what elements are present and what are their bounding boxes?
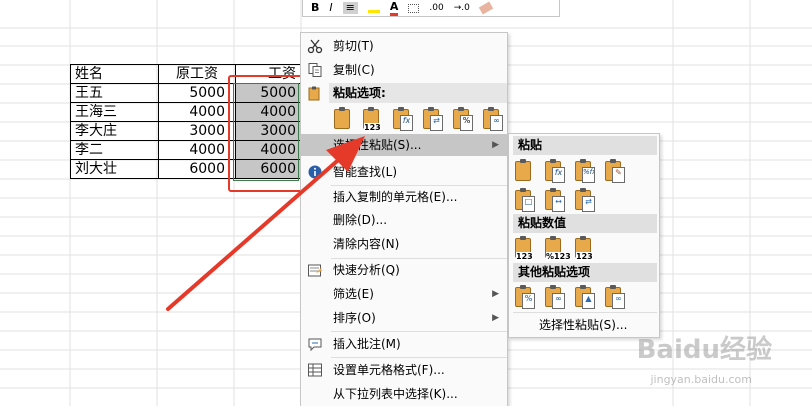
comment-icon	[308, 338, 322, 352]
scissors-icon	[307, 39, 323, 54]
submenu-no-borders-icon[interactable]: □	[513, 187, 537, 213]
menu-item-cut[interactable]: 剪切(T)	[301, 35, 507, 57]
menu-item-label: 排序(O)	[333, 311, 376, 325]
menu-item-quick-analysis[interactable]: 快速分析(Q)	[301, 259, 507, 281]
menu-item-paste-special[interactable]: 选择性粘贴(S)... ▶	[301, 134, 507, 156]
borders-icon[interactable]	[408, 3, 420, 13]
cell-original-salary[interactable]: 5000	[158, 83, 236, 103]
submenu-formatting-icon[interactable]: %	[513, 284, 537, 310]
menu-item-smart-lookup[interactable]: 智能查找(L)	[301, 161, 507, 183]
menu-item-label: 选择性粘贴(S)...	[333, 138, 422, 152]
fill-color-icon[interactable]	[367, 3, 380, 13]
menu-item-label: 删除(D)...	[333, 213, 388, 227]
submenu-transpose-icon[interactable]: ⇄	[573, 187, 597, 213]
cell-original-salary[interactable]: 4000	[158, 140, 236, 160]
bold-button[interactable]: B	[311, 2, 319, 14]
menu-item-copy[interactable]: 复制(C)	[301, 59, 507, 81]
paste-option-values-icon[interactable]: 123	[361, 106, 385, 132]
submenu-values-source-formatting-icon[interactable]: 123	[573, 235, 597, 261]
menu-item-clear-contents[interactable]: 清除内容(N)	[301, 233, 507, 255]
font-color-button[interactable]: A	[389, 0, 399, 16]
submenu-picture-icon[interactable]: ▲	[573, 284, 597, 310]
submenu-linked-picture-icon[interactable]: ∞	[603, 284, 627, 310]
info-icon	[308, 165, 322, 179]
menu-item-insert-copied-cells[interactable]: 插入复制的单元格(E)...	[301, 186, 507, 208]
menu-item-delete[interactable]: 删除(D)...	[301, 209, 507, 231]
format-painter-icon[interactable]	[478, 1, 494, 15]
submenu-paste-formulas-icon[interactable]: fx	[543, 158, 567, 184]
submenu-arrow-icon: ▶	[492, 289, 499, 299]
paste-options-header: 粘贴选项:	[329, 83, 507, 103]
submenu-keep-column-widths-icon[interactable]: ↔	[543, 187, 567, 213]
cell-name[interactable]: 王海三	[70, 102, 159, 122]
submenu-paste-header: 粘贴	[513, 136, 657, 155]
menu-item-format-cells[interactable]: 设置单元格格式(F)...	[301, 359, 507, 381]
paste-option-paste-icon[interactable]	[332, 106, 356, 132]
menu-item-label: 快速分析(Q)	[333, 263, 400, 277]
menu-item-filter[interactable]: 筛选(E) ▶	[301, 283, 507, 305]
menu-item-label: 插入复制的单元格(E)...	[333, 190, 458, 204]
menu-item-label: 智能查找(L)	[333, 165, 398, 179]
submenu-separator	[513, 312, 657, 313]
increase-decimal-button[interactable]: .00	[429, 2, 443, 14]
submenu-arrow-icon: ▶	[492, 313, 499, 323]
submenu-keep-source-formatting-icon[interactable]: ✎	[603, 158, 627, 184]
submenu-paste-link-icon[interactable]: ∞	[543, 284, 567, 310]
cell-original-salary[interactable]: 6000	[158, 159, 236, 179]
format-cells-icon	[308, 363, 322, 377]
paste-option-formulas-icon[interactable]: fx	[391, 106, 415, 132]
paste-special-submenu: 粘贴 fx %fx ✎ □ ↔ ⇄ 粘贴数值 123 %123 123 其他粘贴…	[508, 133, 660, 338]
menu-separator	[331, 331, 507, 332]
align-center-button[interactable]: ≡	[342, 2, 358, 14]
submenu-paste-icon[interactable]	[513, 158, 537, 184]
decrease-decimal-button[interactable]: →.0	[454, 2, 470, 14]
header-cell-original-salary[interactable]: 原工资	[158, 64, 236, 84]
submenu-paste-values-header: 粘贴数值	[513, 214, 657, 233]
cell-original-salary[interactable]: 3000	[158, 121, 236, 141]
menu-item-label: 清除内容(N)	[333, 237, 400, 251]
copy-icon	[308, 63, 322, 77]
menu-item-label: 剪切(T)	[333, 39, 374, 53]
submenu-values-icon[interactable]: 123	[513, 235, 537, 261]
quick-analysis-icon	[308, 264, 322, 277]
red-annotation-box	[228, 75, 306, 192]
paste-option-link-icon[interactable]: ∞	[481, 106, 505, 132]
menu-item-insert-comment[interactable]: 插入批注(M)	[301, 333, 507, 355]
cell-original-salary[interactable]: 4000	[158, 102, 236, 122]
menu-item-label: 从下拉列表中选择(K)...	[333, 387, 458, 401]
submenu-values-number-format-icon[interactable]: %123	[543, 235, 571, 261]
mini-toolbar: B I ≡ A .00 →.0	[302, 0, 560, 17]
context-menu: 剪切(T) 复制(C) 粘贴选项: 123 fx ⇄ % ∞ 选择性粘贴(S).…	[300, 32, 508, 406]
header-cell-name[interactable]: 姓名	[70, 64, 159, 84]
cell-name[interactable]: 王五	[70, 83, 159, 103]
watermark-url: jingyan.baidu.com	[650, 373, 752, 386]
paste-icon	[308, 86, 320, 101]
cell-name[interactable]: 刘大壮	[70, 159, 159, 179]
menu-item-label: 设置单元格格式(F)...	[333, 363, 445, 377]
submenu-paste-formulas-number-format-icon[interactable]: %fx	[573, 158, 597, 184]
menu-item-label: 复制(C)	[333, 63, 375, 77]
submenu-paste-special-item[interactable]: 选择性粘贴(S)...	[539, 315, 627, 335]
menu-item-pick-from-dropdown[interactable]: 从下拉列表中选择(K)...	[301, 383, 507, 405]
menu-item-label: 筛选(E)	[333, 287, 374, 301]
watermark-brand: Baidu经验	[636, 335, 772, 365]
cell-name[interactable]: 李大庄	[70, 121, 159, 141]
submenu-other-paste-header: 其他粘贴选项	[513, 263, 657, 282]
menu-item-sort[interactable]: 排序(O) ▶	[301, 307, 507, 329]
cell-name[interactable]: 李二	[70, 140, 159, 160]
submenu-arrow-icon: ▶	[492, 140, 499, 150]
menu-item-label: 插入批注(M)	[333, 337, 401, 351]
paste-option-formatting-icon[interactable]: %	[451, 106, 475, 132]
italic-button[interactable]: I	[329, 2, 332, 14]
paste-option-transpose-icon[interactable]: ⇄	[421, 106, 445, 132]
menu-separator	[331, 357, 507, 358]
